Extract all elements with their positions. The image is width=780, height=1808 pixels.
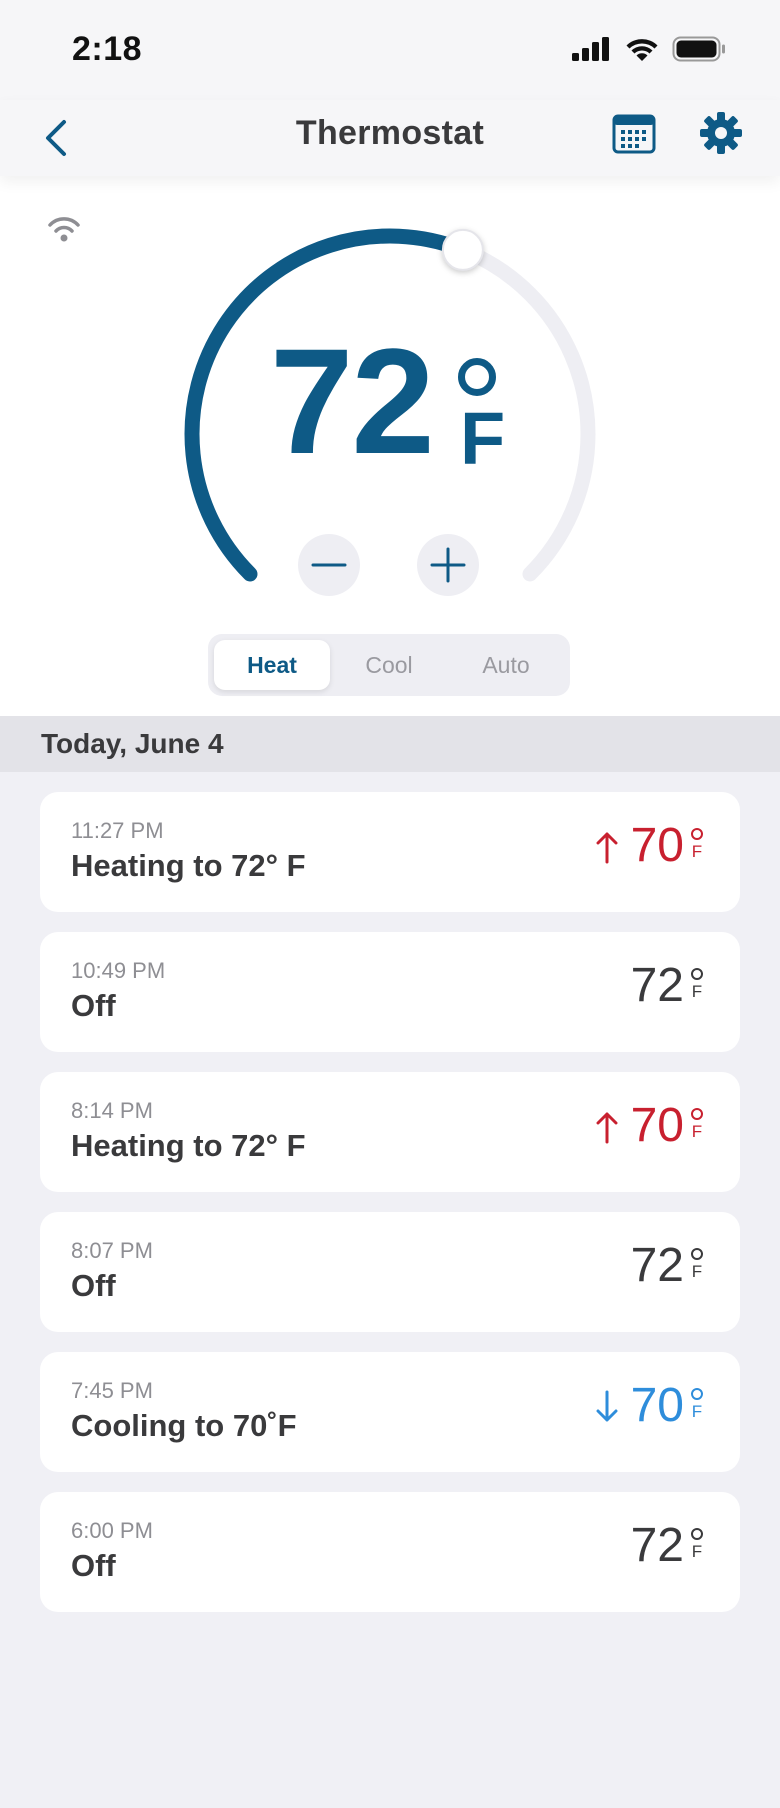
event-temperature-unit: F — [690, 1388, 704, 1420]
navigation-bar: Thermostat — [0, 100, 780, 176]
event-temperature: 70 — [630, 1099, 684, 1152]
battery-icon — [672, 36, 725, 62]
mode-cool-button[interactable]: Cool — [331, 640, 447, 690]
event-time: 7:45 PM — [71, 1378, 153, 1403]
event-unit-label: F — [691, 1122, 703, 1141]
event-temperature: 72 — [630, 1239, 684, 1292]
mode-auto-button[interactable]: Auto — [448, 640, 564, 690]
mode-segmented-control: Heat Cool Auto — [208, 634, 570, 696]
event-card[interactable]: 8:14 PM Heating to 72° F 70 F — [40, 1072, 740, 1192]
minus-icon — [311, 563, 347, 567]
plus-icon — [430, 547, 466, 583]
event-time: 6:00 PM — [71, 1518, 153, 1543]
degree-symbol — [691, 1528, 703, 1540]
mode-heat-button[interactable]: Heat — [214, 640, 330, 690]
degree-symbol — [691, 1248, 703, 1260]
arrow-up-icon — [596, 1112, 618, 1144]
signal-icon — [572, 37, 609, 61]
event-status: Off — [71, 1268, 116, 1303]
event-unit-label: F — [691, 842, 703, 861]
decrease-temperature-button[interactable] — [298, 534, 360, 596]
dial-handle[interactable] — [441, 228, 484, 271]
event-card[interactable]: 7:45 PM Cooling to 70˚F 70 F — [40, 1352, 740, 1472]
event-temperature-unit: F — [690, 1248, 704, 1280]
event-status: Off — [71, 988, 116, 1023]
status-icons — [572, 36, 726, 62]
event-temperature: 70 — [630, 1379, 684, 1432]
day-header-label: Today, June 4 — [41, 728, 224, 759]
event-status: Off — [71, 1548, 116, 1583]
thermostat-dial-panel: 72 F Heat Cool Auto — [0, 176, 780, 716]
status-bar: 2:18 — [0, 0, 780, 100]
event-status: Cooling to 70˚F — [71, 1408, 297, 1443]
event-unit-label: F — [691, 982, 703, 1001]
event-temperature-unit: F — [690, 968, 704, 1000]
event-unit-label: F — [691, 1262, 703, 1281]
arrow-down-icon — [596, 1390, 618, 1422]
event-unit-label: F — [691, 1542, 703, 1561]
increase-temperature-button[interactable] — [417, 534, 479, 596]
degree-symbol — [691, 1388, 703, 1400]
setpoint-unit: F — [460, 397, 506, 480]
arrow-up-icon — [596, 832, 618, 864]
event-time: 8:14 PM — [71, 1098, 153, 1123]
event-temperature: 72 — [630, 959, 684, 1012]
event-status: Heating to 72° F — [71, 848, 306, 883]
event-temperature-unit: F — [690, 1108, 704, 1140]
gear-icon[interactable] — [698, 110, 744, 156]
event-card[interactable]: 11:27 PM Heating to 72° F 70 F — [40, 792, 740, 912]
calendar-icon[interactable] — [612, 112, 656, 156]
degree-symbol — [691, 968, 703, 980]
event-unit-label: F — [691, 1402, 703, 1421]
day-section-header: Today, June 4 — [0, 716, 780, 772]
status-time: 2:18 — [72, 30, 143, 68]
event-card[interactable]: 6:00 PM Off 72 F — [40, 1492, 740, 1612]
degree-symbol — [691, 1108, 703, 1120]
event-card[interactable]: 8:07 PM Off 72 F — [40, 1212, 740, 1332]
event-status: Heating to 72° F — [71, 1128, 306, 1163]
degree-symbol — [691, 828, 703, 840]
setpoint-degree-symbol — [458, 358, 496, 396]
event-temperature: 70 — [630, 819, 684, 872]
event-temperature: 72 — [630, 1519, 684, 1572]
page-title: Thermostat — [295, 114, 485, 152]
wifi-status-icon — [626, 39, 658, 61]
event-temperature-unit: F — [690, 828, 704, 860]
event-temperature-unit: F — [690, 1528, 704, 1560]
setpoint-temperature: 72 — [270, 317, 435, 485]
event-time: 11:27 PM — [71, 818, 164, 843]
event-card[interactable]: 10:49 PM Off 72 F — [40, 932, 740, 1052]
event-time: 8:07 PM — [71, 1238, 153, 1263]
event-time: 10:49 PM — [71, 958, 166, 983]
